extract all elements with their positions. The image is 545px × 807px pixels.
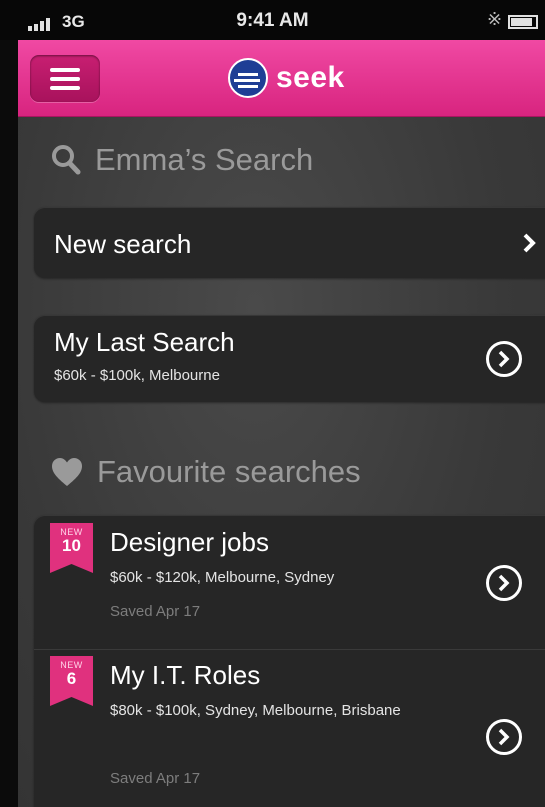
last-search-details: $60k - $100k, Melbourne [54,367,220,384]
chevron-circle-icon [486,719,522,755]
new-search-button[interactable]: New search [34,207,545,278]
badge-count: 6 [66,669,77,688]
seek-logo-icon [228,58,268,98]
phone-frame: 3G 9:41 AM ※ seek Emma’s Search New sear… [0,0,545,807]
chevron-circle-icon [486,565,522,601]
favourites-section-header: Favourite searches [51,454,361,490]
menu-button[interactable] [30,55,100,102]
favourite-item[interactable]: NEW 10 Designer jobs $60k - $120k, Melbo… [34,515,545,649]
heart-icon [52,458,82,486]
logo-text: seek [276,61,345,94]
bluetooth-icon: ※ [487,9,503,29]
favourites-list: NEW 10 Designer jobs $60k - $120k, Melbo… [34,515,545,807]
search-section-header: Emma’s Search [51,142,313,178]
status-time: 9:41 AM [236,10,309,31]
menu-icon [50,67,80,72]
favourites-section-title: Favourite searches [97,454,361,489]
status-bar: 3G 9:41 AM ※ [0,0,545,40]
last-search-title: My Last Search [54,327,235,357]
last-search-item[interactable]: My Last Search $60k - $100k, Melbourne [34,315,545,402]
battery-icon [508,15,538,29]
chevron-right-icon [523,233,536,253]
favourite-details: $80k - $100k, Sydney, Melbourne, Brisban… [110,702,401,719]
favourite-item[interactable]: NEW 6 My I.T. Roles $80k - $100k, Sydney… [34,650,545,807]
chevron-circle-icon [486,341,522,377]
new-search-label: New search [54,229,192,259]
search-icon [52,145,81,175]
new-badge: NEW 10 [50,523,93,573]
new-badge: NEW 6 [50,656,93,706]
favourite-saved-date: Saved Apr 17 [110,770,201,787]
favourite-title: Designer jobs [110,527,269,557]
nav-bar: seek [18,40,545,117]
search-section-title: Emma’s Search [95,142,314,177]
favourite-title: My I.T. Roles [110,660,261,690]
badge-count: 10 [62,536,81,555]
favourite-details: $60k - $120k, Melbourne, Sydney [110,569,335,586]
seek-logo: seek [228,56,345,100]
badge-label: NEW [60,660,83,670]
favourite-saved-date: Saved Apr 17 [110,603,201,620]
app-screen: seek Emma’s Search New search My Last Se… [18,40,545,807]
badge-label: NEW [60,527,83,537]
